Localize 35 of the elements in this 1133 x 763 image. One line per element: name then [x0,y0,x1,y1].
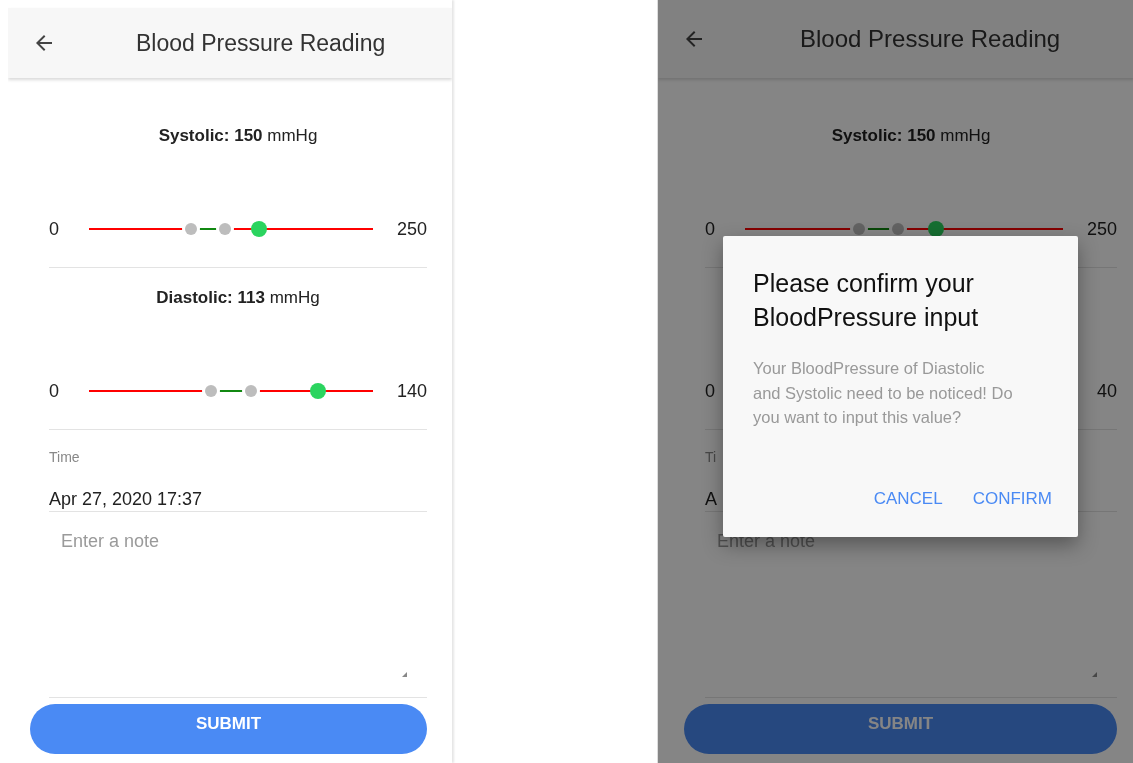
reading-label: Diastolic: 113 mmHg [156,288,320,307]
resize-grip-icon [1092,672,1097,677]
screen-title: Blood Pressure Reading [136,29,386,57]
slider-thumb[interactable] [251,221,268,237]
submit-button[interactable]: SUBMIT [684,704,1117,754]
dialog-message: Your BloodPressure of Diastolic and Systolic need to be noticed! Do you want to input this value? [753,358,1014,428]
max-value: 140 [395,380,427,402]
min-value: 0 [705,380,716,402]
range-handle[interactable] [219,223,232,235]
resize-grip-icon [402,672,407,677]
dialog-title: Please confirm your BloodPressure input [753,268,980,333]
slider-thumb[interactable] [310,383,327,399]
slider-thumb[interactable] [927,221,944,237]
max-value: 250 [1085,218,1117,240]
min-value: 0 [49,380,60,402]
range-handle[interactable] [853,223,866,235]
submit-button[interactable]: SUBMIT [30,704,427,754]
min-value: 0 [705,218,716,240]
time-field[interactable]: Apr 27, 2020 17:37 [49,489,203,510]
range-handle[interactable] [244,385,257,397]
time-field[interactable]: A [705,489,717,510]
field-label: Ti [705,449,718,465]
range-handle[interactable] [891,223,904,235]
dialog-button[interactable]: CANCEL [869,485,947,513]
note-field[interactable]: Enter a note [49,512,427,698]
range-handle[interactable] [185,223,198,235]
reading-label: Systolic: 150 mmHg [158,126,318,145]
range-handle[interactable] [205,385,218,397]
min-value: 0 [49,218,60,240]
field-label: Time [49,449,81,465]
reading-label: Systolic: 150 mmHg [831,126,991,145]
screen-title: Blood Pressure Reading [800,25,1061,53]
max-value: 40 [1095,380,1117,402]
max-value: 250 [395,218,427,240]
dialog-button[interactable]: CONFIRM [968,485,1056,513]
